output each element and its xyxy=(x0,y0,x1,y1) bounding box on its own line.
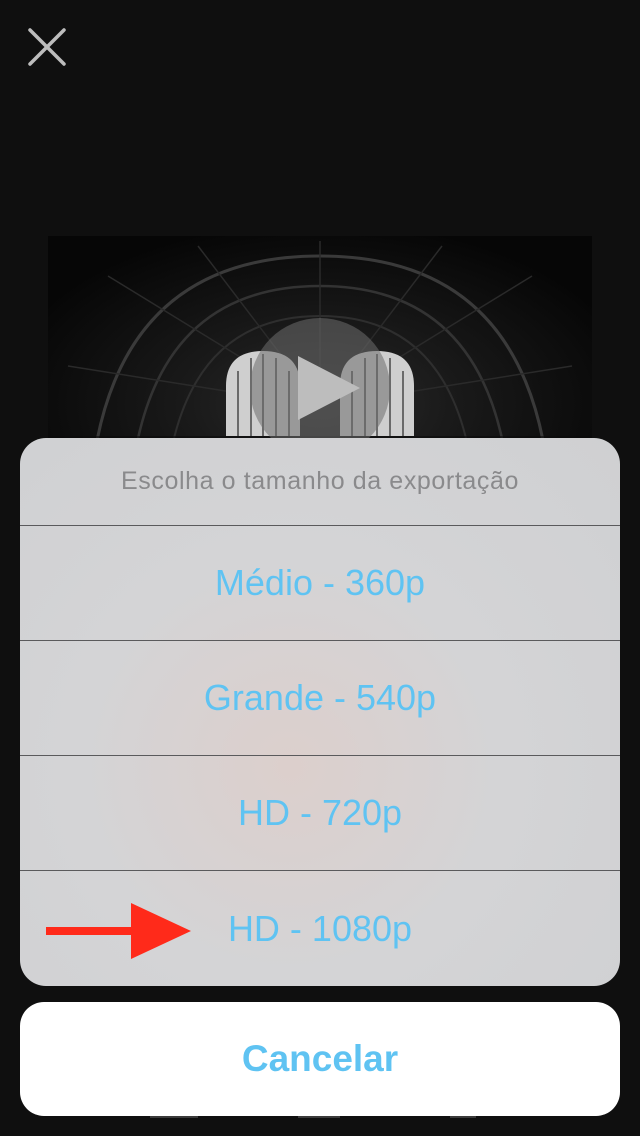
play-icon xyxy=(298,356,360,420)
play-button[interactable] xyxy=(250,318,390,458)
red-arrow-icon xyxy=(46,903,191,959)
option-label: HD - 720p xyxy=(237,792,403,833)
cancel-label: Cancelar xyxy=(241,1038,399,1079)
option-label: Grande - 540p xyxy=(203,677,437,718)
export-size-action-sheet: Escolha o tamanho da exportação Médio - … xyxy=(20,438,620,986)
option-medium-360p[interactable]: Médio - 360p xyxy=(20,526,620,641)
option-label: Médio - 360p xyxy=(214,562,426,603)
close-icon xyxy=(28,28,66,66)
option-large-540p[interactable]: Grande - 540p xyxy=(20,641,620,756)
option-hd-720p[interactable]: HD - 720p xyxy=(20,756,620,871)
option-label: HD - 1080p xyxy=(227,907,413,949)
action-sheet-title: Escolha o tamanho da exportação xyxy=(20,438,620,526)
option-hd-1080p[interactable]: HD - 1080p xyxy=(20,871,620,986)
close-button[interactable] xyxy=(22,22,72,72)
cancel-button[interactable]: Cancelar xyxy=(20,1002,620,1116)
